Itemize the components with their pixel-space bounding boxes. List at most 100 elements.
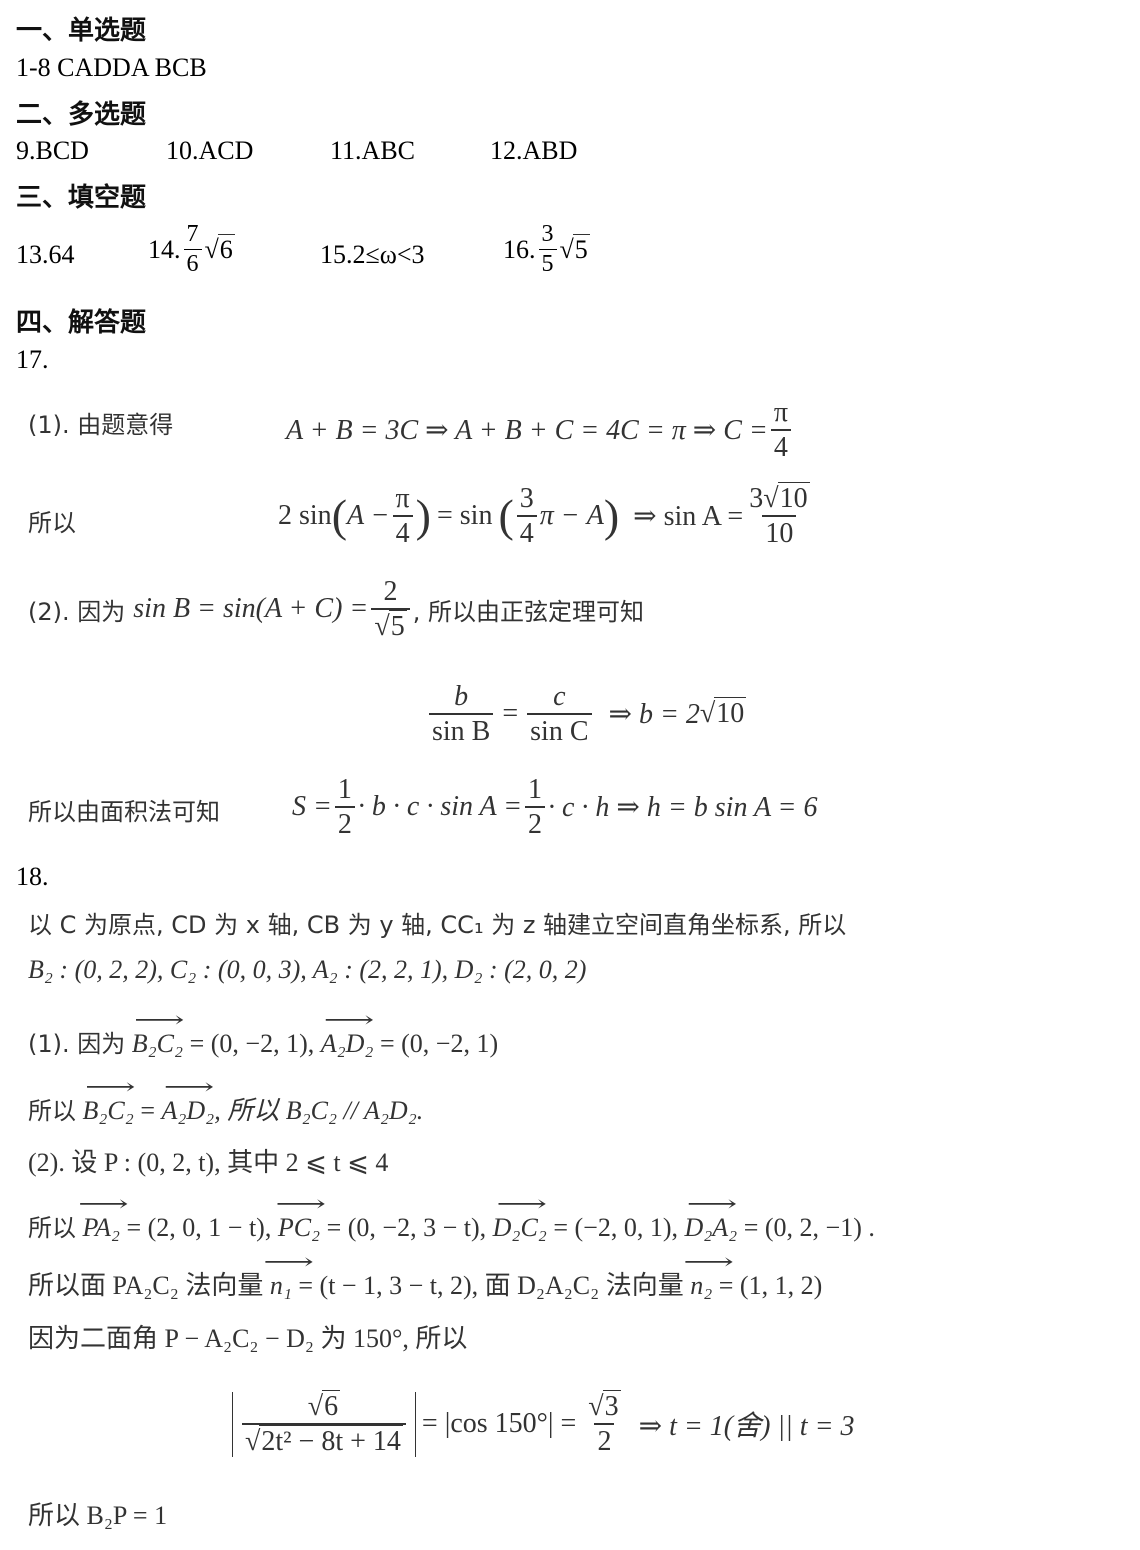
- section-title-multiple-choice: 二、多选题: [16, 100, 147, 130]
- q18-p1b-label: 所以: [28, 1097, 76, 1125]
- frac-num: b: [454, 681, 469, 712]
- fraction: π 4: [392, 484, 413, 549]
- fraction: √6 √2t² − 8t + 14: [242, 1390, 406, 1458]
- section-title-single-choice: 一、单选题: [16, 16, 147, 46]
- frac-num: 2: [383, 576, 398, 607]
- q14-denominator: 6: [183, 249, 202, 277]
- mc-ans: ABC: [361, 136, 416, 165]
- eq-text: 所以面 PA₂C₂ 法向量: [28, 1271, 270, 1300]
- eq-text: ⇒ sin A =: [633, 501, 744, 533]
- sqrt: √2t² − 8t + 14: [245, 1425, 403, 1458]
- q17-p1-fraction: π 4: [770, 398, 791, 463]
- frac-num: 3: [519, 483, 534, 514]
- frac-den: 2: [525, 806, 545, 840]
- vector-b2c2: B₂C₂: [132, 1029, 183, 1059]
- absolute-value: √6 √2t² − 8t + 14: [232, 1390, 416, 1458]
- fraction: √3 2: [585, 1390, 623, 1457]
- q17-p1b-equation: 2 sin ( A − π 4 ) = sin ( 3 4 π − A ) ⇒ …: [278, 482, 816, 549]
- mc-num: 10.: [166, 136, 199, 165]
- mc-ans: ABD: [522, 136, 578, 165]
- q17-p2c-label: 所以由面积法可知: [28, 798, 220, 826]
- eq-text: = (0, −2, 3 − t),: [320, 1213, 493, 1242]
- fill-answer-13: 13.64: [16, 240, 75, 269]
- q16-fraction: 3 5: [538, 221, 557, 277]
- q17-p1b-label: 所以: [28, 509, 76, 537]
- q18-p1-line: (1). 因为 B₂C₂ = (0, −2, 1), A₂D₂ = (0, −2…: [28, 1024, 498, 1059]
- fraction: 1 2: [334, 774, 355, 840]
- paren-open: (: [498, 490, 514, 542]
- mc-ans: ACD: [198, 136, 254, 165]
- eq-text: S =: [292, 791, 332, 823]
- frac-num: √3: [585, 1390, 623, 1423]
- eq-text: = (0, −2, 1): [373, 1029, 499, 1058]
- radicand: 6: [322, 1390, 341, 1422]
- frac-den: sin B: [429, 713, 494, 747]
- q18-p1-label: (1). 因为: [28, 1030, 126, 1058]
- q16-denominator: 5: [538, 249, 557, 277]
- frac-den: 10: [762, 515, 797, 549]
- sqrt: √3: [588, 1390, 621, 1422]
- q14-radicand: 6: [217, 233, 235, 264]
- q14-sqrt: √6: [204, 233, 235, 264]
- q14-label: 14.: [148, 234, 181, 264]
- normal-vector-n1: n₁: [270, 1271, 292, 1301]
- frac-num: 1: [528, 774, 542, 805]
- radicand: 10: [777, 482, 810, 514]
- mc-answer-12: 12.ABD: [490, 136, 577, 166]
- eq-text: =: [133, 1096, 162, 1125]
- fill-answer-15: 15.2≤ω<3: [320, 240, 425, 269]
- eq-text: = |cos 150°| =: [421, 1408, 577, 1440]
- q18-p2-label: 所以: [28, 1214, 76, 1242]
- fraction: 1 2: [525, 775, 545, 840]
- eq-text: = (−2, 0, 1),: [546, 1213, 685, 1242]
- q16-sqrt: √5: [559, 233, 590, 264]
- fill-answer-16: 16. 3 5 √5: [503, 221, 590, 277]
- section-title-solutions: 四、解答题: [16, 308, 147, 338]
- q17-area-equation: S = 1 2 · b · c · sin A = 1 2 · c · h ⇒ …: [292, 775, 817, 840]
- q16-numerator: 3: [541, 221, 554, 247]
- frac-den: sin C: [527, 713, 592, 747]
- frac-num: c: [553, 681, 566, 712]
- paren-close: ): [603, 490, 620, 542]
- q18-p2-line1: (2). 设 P : (0, 2, t), 其中 2 ⩽ t ⩽ 4: [28, 1148, 389, 1177]
- vector-b2c2: B₂C₂: [83, 1096, 134, 1126]
- frac-den: √5: [371, 608, 410, 643]
- eq-text: · c · h ⇒ h = b sin A = 6: [548, 792, 818, 824]
- mc-answer-11: 11.ABC: [330, 136, 415, 166]
- q17-p2-line: (2). 因为 sin B = sin(A + C) = 2 √5 , 所以由正…: [28, 576, 644, 643]
- vector-a2d2: A₂D₂: [321, 1029, 374, 1059]
- eq-text: = (1, 1, 2): [712, 1271, 823, 1300]
- eq-text: · b · c · sin A =: [357, 791, 522, 823]
- eq-text: , 所以 B₂C₂ // A₂D₂.: [214, 1096, 424, 1125]
- paren-open: (: [331, 490, 348, 542]
- radicand: 5: [388, 610, 407, 643]
- vector-pc2: PC₂: [278, 1213, 320, 1243]
- frac-den: √2t² − 8t + 14: [242, 1423, 406, 1458]
- radicand: 10: [714, 697, 747, 730]
- q17-p1-equation: A + B = 3C ⇒ A + B + C = 4C = π ⇒ C = π …: [286, 398, 794, 463]
- fraction: 3√10 10: [746, 482, 812, 549]
- q18-p2-line2: 所以 PA₂ = (2, 0, 1 − t), PC₂ = (0, −2, 3 …: [28, 1208, 875, 1243]
- frac-den: 2: [334, 806, 355, 840]
- eq-text: 2 sin: [278, 500, 332, 532]
- q18-p2-line3: 所以面 PA₂C₂ 法向量 n₁ = (t − 1, 3 − t, 2), 面 …: [28, 1265, 822, 1302]
- eq-text: =: [502, 698, 519, 730]
- q14-numerator: 7: [186, 221, 199, 247]
- q16-label: 16.: [503, 234, 536, 264]
- mc-num: 11.: [330, 136, 362, 165]
- paren-close: ): [415, 490, 431, 542]
- eq-text: = sin: [436, 500, 493, 532]
- q17-p2-tail: , 所以由正弦定理可知: [412, 597, 644, 626]
- mc-ans: BCD: [35, 136, 89, 165]
- eq-text: ⇒ t = 1(舍) || t = 3: [638, 1411, 855, 1443]
- q17-p1-label: (1). 由题意得: [28, 411, 174, 439]
- eq-text: sin B = sin(A + C) =: [133, 593, 369, 625]
- frac-den: 4: [516, 515, 537, 549]
- fill-answer-14: 14. 7 6 √6: [148, 221, 235, 277]
- fraction: 3 4: [516, 483, 537, 549]
- normal-vector-n2: n₂: [690, 1271, 712, 1301]
- frac-num: 1: [337, 774, 352, 805]
- q17-p1-eq-text: A + B = 3C ⇒ A + B + C = 4C = π ⇒ C =: [286, 415, 768, 447]
- q18-coords: B₂ : (0, 2, 2), C₂ : (0, 0, 3), A₂ : (2,…: [28, 955, 587, 984]
- coef: 3: [749, 483, 764, 514]
